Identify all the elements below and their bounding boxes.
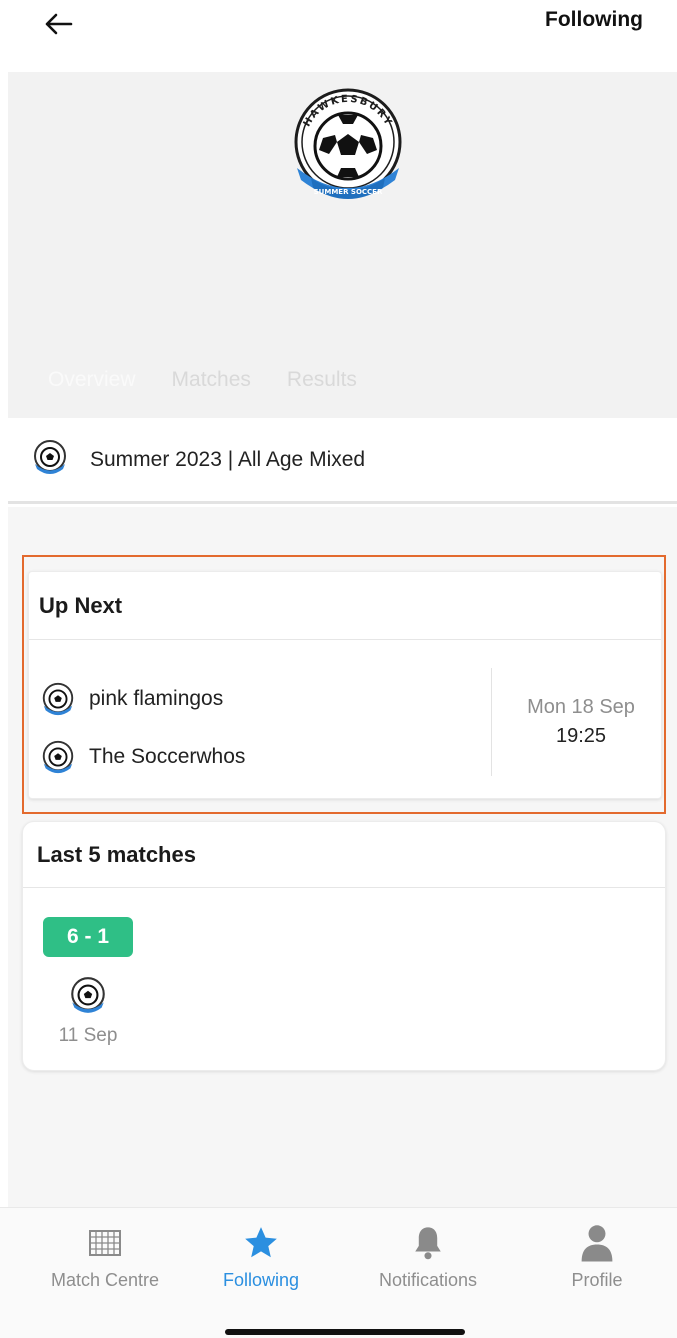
home-indicator — [225, 1329, 465, 1335]
fixture-time: 19:25 — [555, 725, 607, 747]
nav-label: Following — [222, 1270, 300, 1290]
up-next-card[interactable]: Up Next pink flamingos The Soccerwhos Mo… — [28, 571, 662, 799]
up-next-title: Up Next — [29, 572, 661, 640]
logo-banner-text: SUMMER SOCCER — [314, 188, 383, 196]
opponent-badge-icon — [67, 974, 109, 1021]
away-team-name: The Soccerwhos — [89, 745, 246, 768]
club-badge-icon — [30, 437, 70, 482]
tab-results[interactable]: Results — [287, 368, 357, 392]
away-team-row[interactable]: The Soccerwhos — [39, 728, 245, 786]
bottom-navigation: Match Centre Following Notifications Pro… — [0, 1207, 677, 1338]
arrow-left-icon — [45, 13, 73, 35]
result-date: 11 Sep — [58, 1025, 118, 1046]
tab-overview[interactable]: Overview — [48, 368, 136, 392]
team-badge-icon — [42, 682, 74, 716]
fixture-teams: pink flamingos The Soccerwhos — [39, 670, 245, 786]
result-score-badge[interactable]: 6 - 1 — [43, 917, 133, 957]
team-tabs: Overview Matches Results — [48, 368, 357, 392]
bell-icon — [415, 1227, 441, 1260]
fixture-datetime: Mon 18 Sep 19:25 — [499, 696, 663, 748]
last-matches-card: Last 5 matches 6 - 1 11 Sep — [22, 821, 666, 1071]
top-bar: Following — [0, 0, 677, 72]
tab-matches[interactable]: Matches — [172, 368, 251, 392]
home-team-row[interactable]: pink flamingos — [39, 670, 245, 728]
nav-notifications[interactable]: Notifications — [343, 1222, 513, 1291]
grid-icon — [89, 1230, 121, 1256]
nav-following[interactable]: Following — [176, 1222, 346, 1291]
star-icon — [245, 1227, 277, 1258]
nav-label: Match Centre — [50, 1270, 160, 1290]
back-button[interactable] — [36, 4, 80, 44]
competition-label: Summer 2023 | All Age Mixed — [90, 447, 366, 471]
team-badge-icon — [42, 740, 74, 774]
nav-label: Notifications — [378, 1270, 478, 1290]
person-icon — [581, 1225, 613, 1262]
club-logo: HAWKESBURY SUMMER SOCCER — [283, 80, 413, 210]
team-hero: HAWKESBURY SUMMER SOCCER Overview Matche… — [8, 72, 677, 418]
nav-profile[interactable]: Profile — [512, 1222, 677, 1291]
fixture-date: Mon 18 Sep — [527, 696, 635, 718]
competition-row[interactable]: Summer 2023 | All Age Mixed — [8, 418, 677, 504]
home-team-name: pink flamingos — [89, 687, 224, 710]
nav-match-centre[interactable]: Match Centre — [20, 1222, 190, 1291]
following-toggle-button[interactable]: Following — [545, 8, 643, 32]
last-matches-title: Last 5 matches — [23, 822, 665, 888]
fixture-divider — [491, 668, 492, 776]
nav-label: Profile — [571, 1270, 623, 1290]
